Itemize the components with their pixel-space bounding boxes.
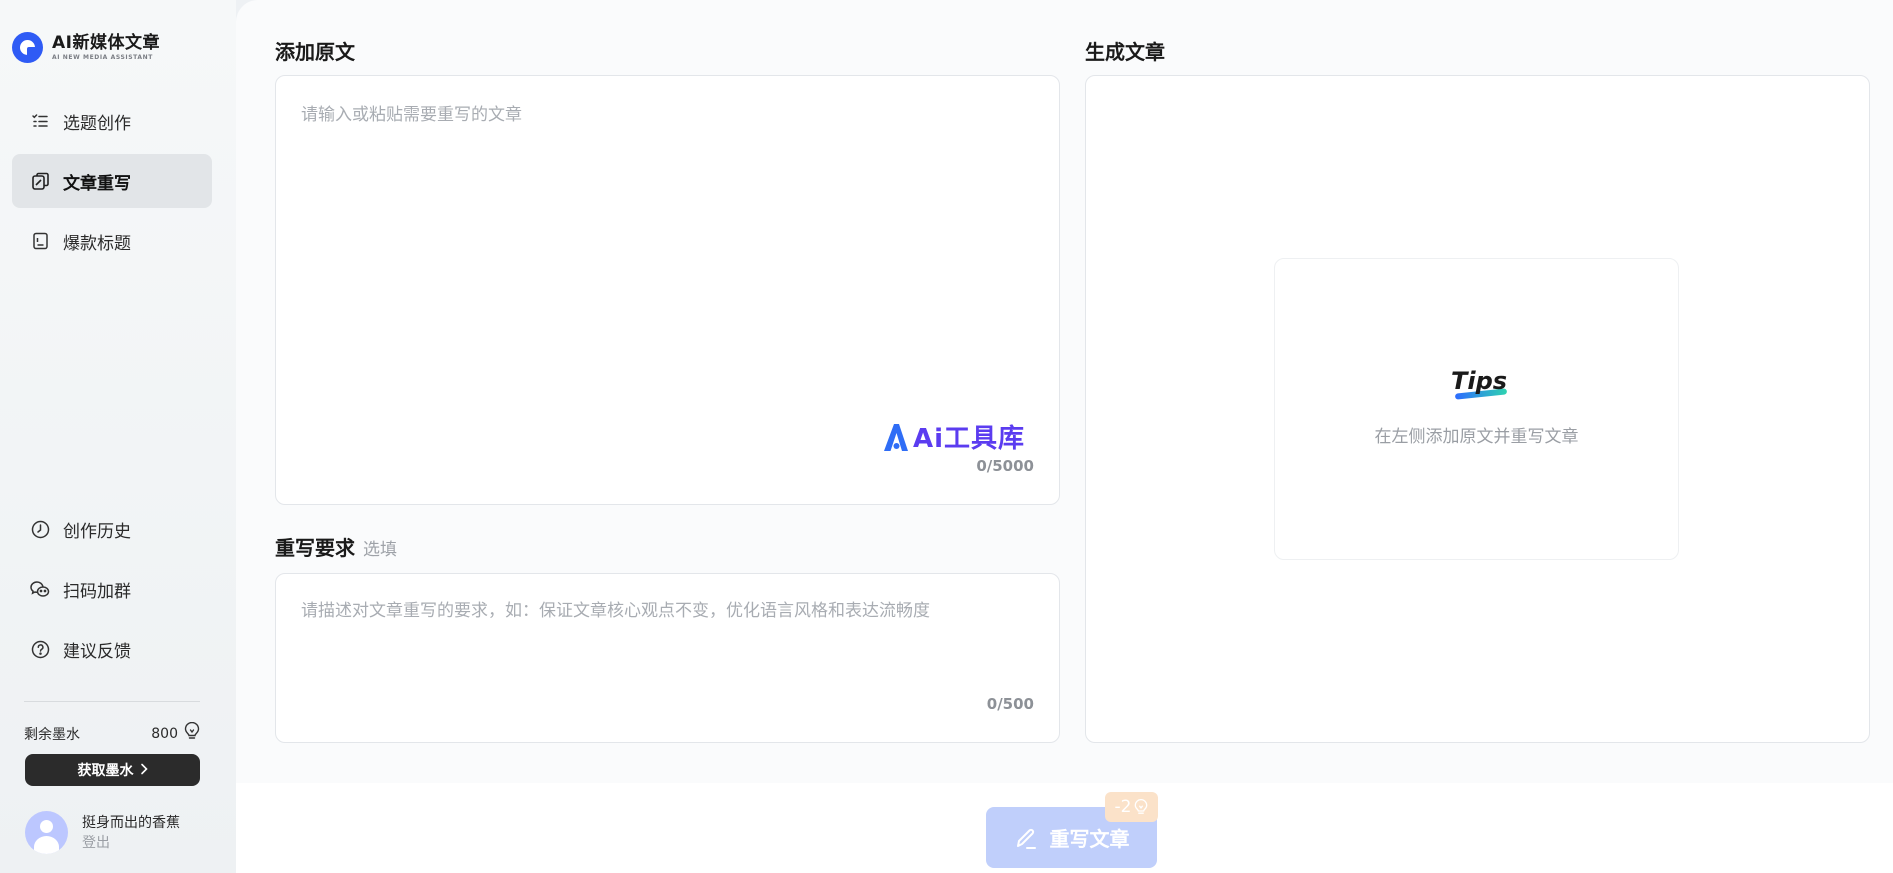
nav-item-label: 建议反馈	[63, 641, 131, 662]
app-subtitle: AI NEW MEDIA ASSISTANT	[52, 54, 153, 61]
avatar[interactable]	[25, 811, 68, 854]
tips-hint: 在左侧添加原文并重写文章	[1374, 427, 1579, 447]
optional-label: 选填	[363, 540, 397, 560]
rewrite-article-label: 重写文章	[1049, 829, 1130, 851]
get-ink-label: 获取墨水	[77, 762, 134, 778]
bulb-icon	[184, 721, 200, 745]
logout-link[interactable]: 登出	[82, 833, 180, 853]
original-panel: Ai工具库 0/5000	[275, 75, 1060, 505]
nav-item-viral-titles[interactable]: 爆款标题	[12, 214, 212, 268]
get-ink-button[interactable]: 获取墨水	[25, 754, 200, 786]
original-text-input[interactable]	[301, 100, 1036, 410]
clock-icon	[30, 519, 50, 539]
tips-logo: Tips	[1451, 367, 1511, 401]
user-name: 挺身而出的香蕉	[82, 814, 180, 831]
wechat-icon	[30, 579, 50, 599]
requirements-text-input[interactable]	[301, 596, 1036, 691]
nav-item-label: 选题创作	[63, 113, 131, 134]
document-icon	[30, 231, 50, 251]
requirements-char-counter: 0/500	[986, 695, 1034, 713]
original-section-title: 添加原文	[275, 40, 355, 64]
help-icon	[30, 639, 50, 659]
app-logo[interactable]: AI新媒体文章 AI NEW MEDIA ASSISTANT	[12, 32, 160, 63]
watermark-text: Ai工具库	[913, 424, 1026, 454]
ink-cost-value: -2	[1114, 797, 1132, 817]
watermark-a-icon	[884, 423, 908, 451]
generated-section-title: 生成文章	[1085, 40, 1165, 64]
nav-item-join-group[interactable]: 扫码加群	[12, 562, 212, 616]
requirements-title: 重写要求	[275, 536, 355, 560]
original-char-counter: 0/5000	[976, 457, 1034, 475]
chevron-right-icon	[140, 763, 148, 778]
nav-item-label: 扫码加群	[63, 581, 131, 602]
ink-cost-badge: -2	[1105, 792, 1158, 822]
tips-word: Tips	[1451, 367, 1508, 395]
list-icon	[30, 111, 50, 131]
nav-item-label: 文章重写	[63, 173, 131, 194]
nav-item-topic-creation[interactable]: 选题创作	[12, 94, 212, 148]
requirements-section-title: 重写要求 选填	[275, 532, 397, 561]
ink-balance: 剩余墨水 800	[24, 721, 200, 745]
nav-item-article-rewrite[interactable]: 文章重写	[12, 154, 212, 208]
pen-icon	[1014, 826, 1038, 850]
rewrite-icon	[30, 171, 50, 191]
nav-item-label: 创作历史	[63, 521, 131, 542]
sidebar-divider	[24, 701, 200, 702]
nav-item-feedback[interactable]: 建议反馈	[12, 622, 212, 676]
ink-label: 剩余墨水	[24, 726, 80, 743]
tips-card: Tips 在左侧添加原文并重写文章	[1274, 258, 1679, 560]
user-profile: 挺身而出的香蕉 登出	[25, 811, 180, 854]
logo-mark-icon	[12, 32, 43, 63]
ink-value: 800	[151, 725, 178, 742]
nav-item-history[interactable]: 创作历史	[12, 502, 212, 556]
app-title: AI新媒体文章	[52, 33, 160, 53]
watermark-logo: Ai工具库	[881, 418, 1025, 455]
nav-item-label: 爆款标题	[63, 233, 131, 254]
requirements-panel: 0/500	[275, 573, 1060, 743]
bulb-icon	[1134, 798, 1148, 816]
sidebar: AI新媒体文章 AI NEW MEDIA ASSISTANT 选题创作 文章重写	[0, 0, 236, 873]
